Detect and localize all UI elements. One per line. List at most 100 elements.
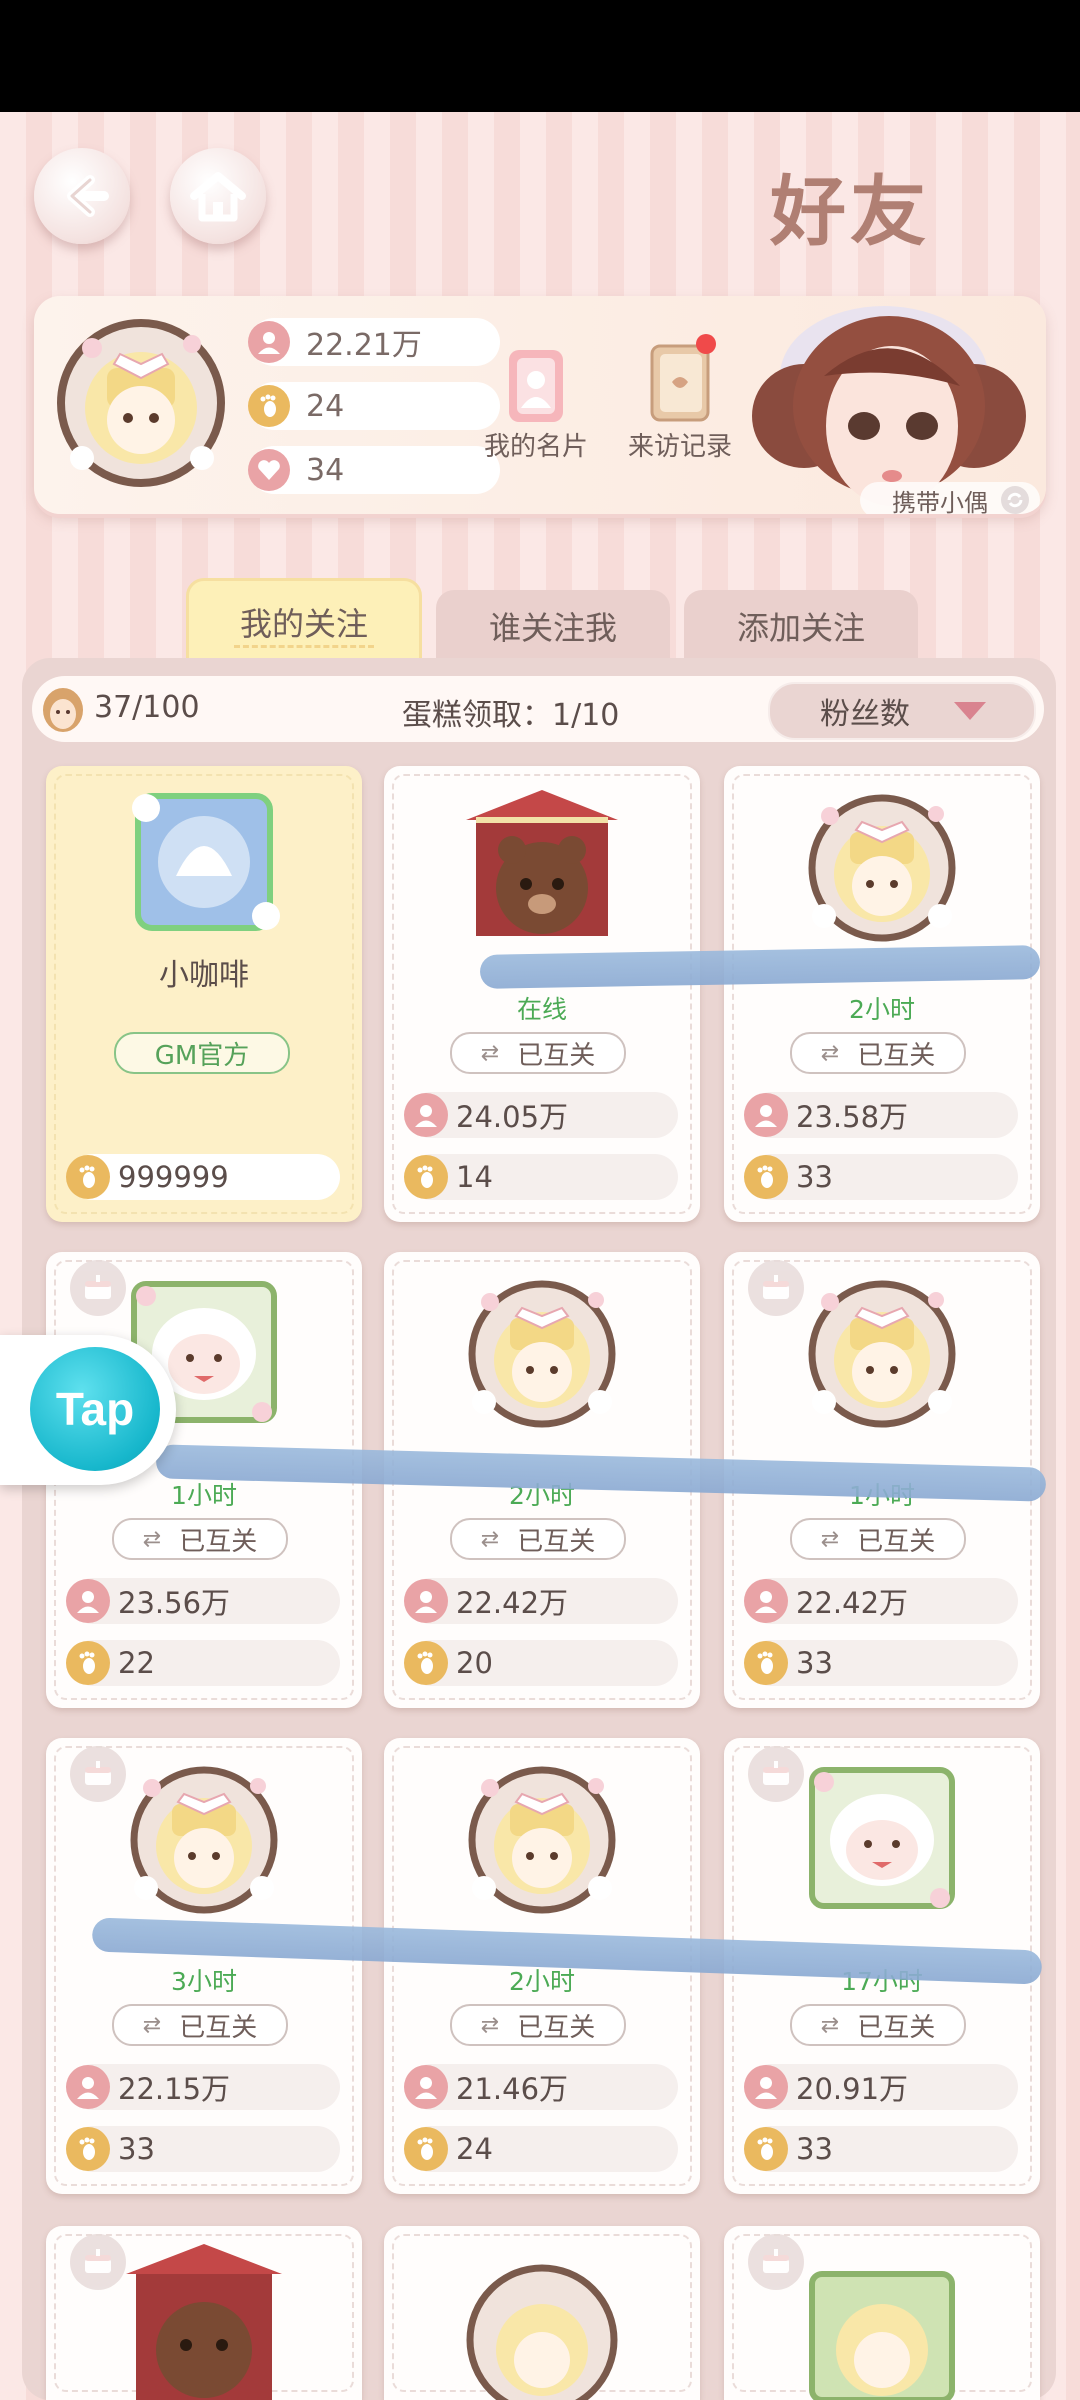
person-icon (248, 321, 290, 363)
popularity-value: 22.21万 (306, 328, 422, 363)
sort-dropdown[interactable]: 粉丝数 (768, 682, 1036, 740)
visitor-record-label: 来访记录 (628, 432, 733, 462)
popularity-value: 22.15万 (118, 2072, 231, 2106)
person-icon (66, 1579, 110, 1623)
my-avatar-icon[interactable] (52, 308, 230, 498)
mutual-follow-label: 已互关 (179, 2012, 258, 2043)
friend-card[interactable]: 在线 ⇄ 已互关 24.05万 14 (384, 766, 700, 1222)
mutual-follow-label: 已互关 (179, 1526, 258, 1557)
tab-who-follows-me[interactable]: 谁关注我 (436, 590, 670, 662)
my-card-label: 我的名片 (484, 432, 589, 462)
mutual-follow-button[interactable]: ⇄ 已互关 (450, 1032, 626, 1074)
tab-add-follow[interactable]: 添加关注 (684, 590, 918, 662)
mutual-follow-label: 已互关 (857, 2012, 936, 2043)
my-card-button[interactable]: 我的名片 (484, 346, 588, 463)
popularity-stat: 22.15万 (66, 2064, 340, 2110)
footprint-stat: 33 (744, 1640, 1018, 1686)
mutual-follow-label: 已互关 (517, 1040, 596, 1071)
friend-card-partial[interactable] (724, 2226, 1040, 2400)
carry-doll-label: 携带小偶 (892, 488, 988, 515)
cake-claim-text: 蛋糕领取：1/10 (402, 698, 620, 733)
footprint-icon (404, 1641, 448, 1685)
popularity-value: 22.42万 (456, 1586, 569, 1620)
mutual-follow-button[interactable]: ⇄ 已互关 (112, 2004, 288, 2046)
page-title: 好友 (770, 167, 930, 256)
mutual-follow-button[interactable]: ⇄ 已互关 (790, 2004, 966, 2046)
back-arrow-icon (67, 175, 109, 217)
gm-badge: GM官方 (114, 1032, 290, 1074)
footprint-icon (248, 385, 290, 427)
following-count: 37/100 (94, 690, 200, 725)
footprint-stat: 24 (248, 382, 500, 430)
doll-avatar-icon (808, 1280, 956, 1428)
online-status: 在线 (516, 995, 567, 1024)
mutual-follow-button[interactable]: ⇄ 已互关 (112, 1518, 288, 1560)
popularity-value: 20.91万 (796, 2072, 909, 2106)
footprint-value: 33 (796, 1160, 833, 1194)
footprint-value: 24 (456, 2132, 493, 2166)
swap-arrows-icon: ⇄ (480, 1040, 500, 1066)
swap-arrows-icon: ⇄ (820, 2012, 840, 2038)
friend-card[interactable]: 3小时 ⇄ 已互关 22.15万 33 (46, 1738, 362, 2194)
friend-card[interactable]: 2小时 ⇄ 已互关 23.58万 33 (724, 766, 1040, 1222)
tab-add-follow-label: 添加关注 (736, 609, 865, 647)
visitor-record-button[interactable]: 来访记录 (628, 332, 732, 463)
chevron-down-icon (954, 702, 986, 720)
popularity-stat: 20.91万 (744, 2064, 1018, 2110)
doll-count-icon (43, 688, 83, 732)
friend-name: 小咖啡 (159, 958, 249, 993)
popularity-value: 24.05万 (456, 1100, 569, 1134)
mutual-follow-button[interactable]: ⇄ 已互关 (450, 1518, 626, 1560)
mutual-follow-label: 已互关 (857, 1040, 936, 1071)
mutual-follow-button[interactable]: ⇄ 已互关 (790, 1518, 966, 1560)
refresh-icon (1001, 486, 1029, 514)
person-icon (744, 2065, 788, 2109)
footprint-stat: 24 (404, 2126, 678, 2172)
popularity-value: 23.58万 (796, 1100, 909, 1134)
doll-avatar-icon (466, 2264, 618, 2400)
mutual-follow-button[interactable]: ⇄ 已互关 (790, 1032, 966, 1074)
footprint-value: 24 (306, 388, 345, 424)
footprint-icon (66, 1641, 110, 1685)
footprint-icon (66, 2127, 110, 2171)
footprint-icon (744, 1155, 788, 1199)
person-icon (404, 1093, 448, 1137)
footprint-value: 14 (456, 1160, 493, 1194)
swap-arrows-icon: ⇄ (142, 1526, 162, 1552)
person-icon (744, 1093, 788, 1137)
swap-arrows-icon: ⇄ (480, 1526, 500, 1552)
tap-label: Tap (55, 1383, 135, 1435)
friend-card-partial[interactable] (384, 2226, 700, 2400)
carry-doll-button[interactable]: 携带小偶 (860, 482, 1040, 514)
heart-stat: 34 (248, 446, 500, 494)
footprint-value: 20 (456, 1646, 493, 1680)
filter-bar: 37/100 蛋糕领取：1/10 粉丝数 (32, 676, 1044, 742)
gm-friend-card[interactable]: 小咖啡 GM官方 999999 (46, 766, 362, 1222)
bear-avatar-icon (466, 790, 618, 936)
doll-avatar-icon (468, 1766, 616, 1914)
doll-avatar-icon (130, 1766, 278, 1914)
home-button[interactable] (170, 148, 266, 244)
tab-my-following[interactable]: 我的关注 (186, 578, 422, 668)
popularity-stat: 24.05万 (404, 1092, 678, 1138)
mutual-follow-button[interactable]: ⇄ 已互关 (450, 2004, 626, 2046)
sheep-avatar-icon (809, 1767, 955, 1909)
footprint-stat: 999999 (66, 1154, 340, 1200)
mutual-follow-label: 已互关 (857, 1526, 936, 1557)
footprint-stat: 33 (66, 2126, 340, 2172)
footprint-value: 33 (796, 1646, 833, 1680)
tap-floating-button[interactable]: Tap (0, 1335, 176, 1485)
friend-card-partial[interactable] (46, 2226, 362, 2400)
bear-avatar-icon (126, 2244, 282, 2400)
back-button[interactable] (34, 148, 130, 244)
person-icon (744, 1579, 788, 1623)
popularity-value: 22.42万 (796, 1586, 909, 1620)
popularity-stat: 23.58万 (744, 1092, 1018, 1138)
footprint-stat: 33 (744, 1154, 1018, 1200)
person-icon (66, 2065, 110, 2109)
popularity-value: 23.56万 (118, 1586, 231, 1620)
popularity-stat: 22.42万 (744, 1578, 1018, 1624)
heart-value: 34 (306, 452, 345, 488)
popularity-stat: 21.46万 (404, 2064, 678, 2110)
footprint-icon (66, 1155, 110, 1199)
